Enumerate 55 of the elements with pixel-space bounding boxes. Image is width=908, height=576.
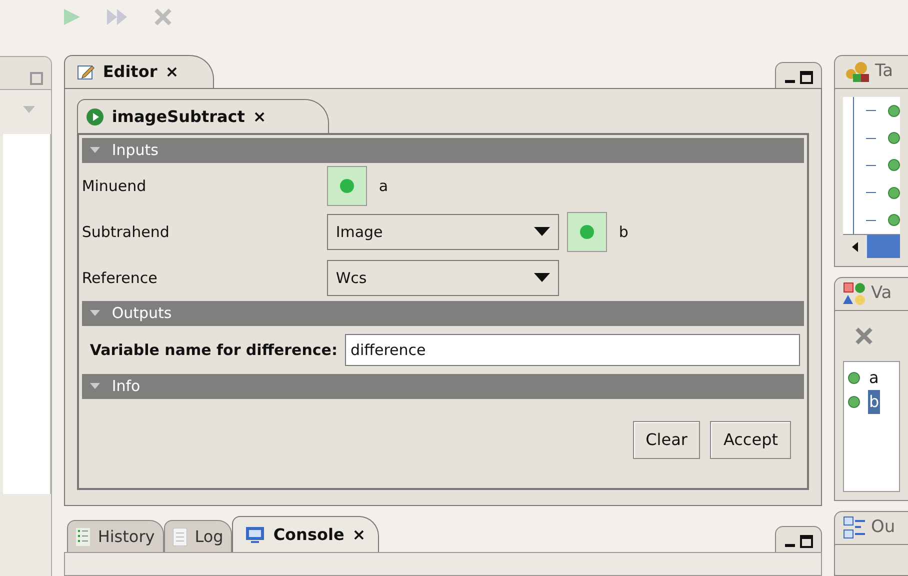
document-icon	[172, 528, 187, 546]
close-button[interactable]: ×	[352, 522, 366, 546]
outline-icon	[843, 516, 867, 540]
tree-node-icon	[888, 159, 900, 172]
section-header[interactable]: Inputs	[82, 138, 804, 163]
list-icon	[76, 528, 90, 546]
variable-name: a	[378, 176, 388, 197]
expand-triangle-icon	[90, 382, 100, 390]
dialog-button[interactable]: Accept	[710, 421, 791, 459]
variable-chip[interactable]	[566, 212, 607, 252]
dropdown[interactable]: Image	[326, 214, 559, 250]
expand-triangle-icon	[90, 146, 100, 154]
dropdown[interactable]: Wcs	[326, 260, 559, 296]
field-label: Reference	[82, 268, 158, 289]
panel-title[interactable]: Ta	[875, 59, 893, 85]
shapes-icon	[843, 282, 867, 306]
close-button[interactable]: ×	[252, 104, 266, 128]
field-label: Subtrahend	[82, 222, 170, 243]
variable-item[interactable]: b	[848, 390, 895, 414]
field-label: Variable name for difference:	[90, 340, 338, 361]
edit-icon	[76, 64, 95, 80]
tree-node-icon	[888, 214, 900, 226]
panel-tab[interactable]: Console ×	[232, 516, 379, 552]
input-field[interactable]: difference	[345, 334, 800, 366]
variable-dot-icon	[848, 396, 860, 408]
document-tab[interactable]: imageSubtract ×	[76, 99, 329, 133]
variable-name: b	[618, 222, 628, 243]
dialog-button[interactable]: Clear	[632, 421, 700, 459]
section-header[interactable]: Info	[82, 374, 804, 399]
maximize-icon[interactable]	[800, 71, 813, 84]
editor-tab[interactable]: Editor ×	[64, 55, 214, 88]
variable-chip[interactable]	[326, 166, 367, 206]
status-dot-icon	[580, 225, 594, 239]
tree-node-icon	[888, 104, 900, 117]
scrollbar-thumb[interactable]	[867, 235, 900, 258]
tree-node-icon	[888, 186, 900, 199]
close-icon[interactable]	[154, 8, 172, 26]
caret-icon	[534, 273, 550, 283]
variable-dot-icon	[848, 372, 860, 384]
tree-node-icon	[888, 132, 900, 144]
remove-icon[interactable]	[855, 327, 873, 345]
status-dot-icon	[340, 179, 354, 193]
variable-item[interactable]: a	[848, 366, 895, 390]
caret-icon	[534, 227, 550, 237]
section-header[interactable]: Outputs	[82, 301, 804, 326]
panel-tab[interactable]: Log	[164, 520, 232, 552]
play-icon[interactable]	[62, 8, 82, 26]
monitor-icon	[245, 526, 266, 544]
field-label: Minuend	[82, 176, 148, 197]
close-button[interactable]: ×	[165, 60, 179, 84]
maximize-icon[interactable]	[800, 535, 813, 548]
run-icon	[86, 108, 104, 126]
panel-tab[interactable]: History	[66, 520, 164, 552]
expand-triangle-icon	[90, 310, 100, 318]
caret-icon[interactable]	[22, 106, 35, 114]
